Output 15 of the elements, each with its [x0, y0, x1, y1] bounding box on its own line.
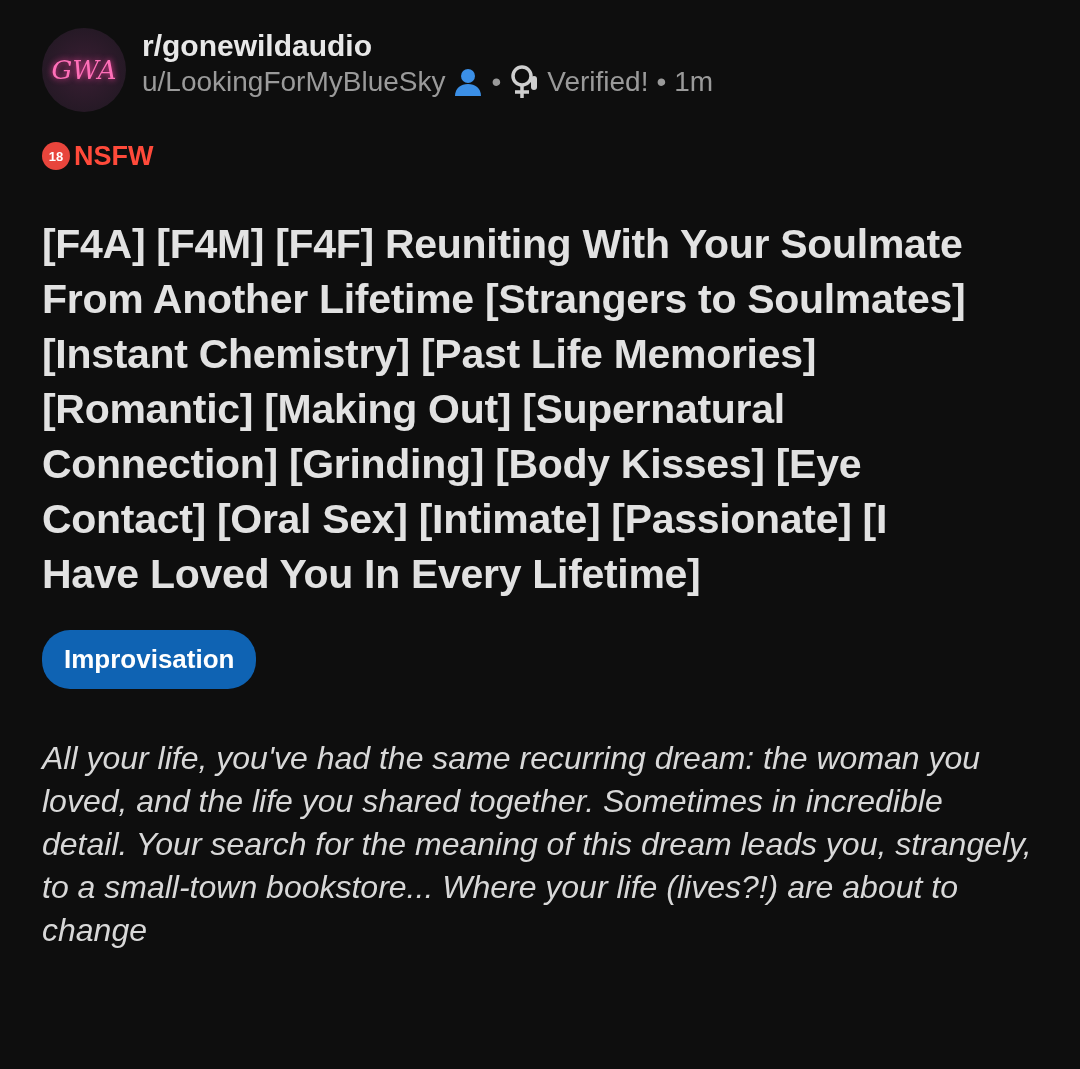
user-flair: Verified! — [547, 65, 649, 99]
person-icon — [453, 67, 484, 98]
female-symbol-icon — [509, 64, 540, 101]
post-title: [F4A] [F4M] [F4F] Reuniting With Your Soulmate From Another Lifetime [Strangers to Soulmates] [Instant Chemistry] [Past Life Memories] [Romantic] [Making Out] [Supernatural Connection] [Grinding] [Body Kisses] [Eye Contact] [Oral Sex] [Intimate] [Passionate] [I Have Loved You In Every Lifetime] — [42, 219, 967, 599]
post-flair[interactable]: Improvisation — [42, 629, 257, 689]
age-badge: 18 — [42, 142, 70, 171]
subreddit-avatar[interactable]: GWA — [42, 28, 126, 112]
nsfw-label: NSFW — [74, 140, 154, 173]
separator-dot: • — [491, 65, 502, 99]
avatar-logo-text: GWA — [51, 53, 117, 87]
post-body: All your life, you've had the same recurring dream: the woman you loved, and the life you shared together. Sometimes in incredible detail. Your search for the meaning of this dream leads you, strangely, to a small-town bookstore... Where your life (lives?!) are about to change — [42, 738, 1032, 950]
username[interactable]: u/LookingForMyBlueSky — [142, 64, 446, 101]
separator-dot: • — [656, 65, 667, 99]
subreddit-name[interactable]: r/gonewildaudio — [142, 28, 714, 64]
post-time: 1m — [674, 65, 714, 99]
